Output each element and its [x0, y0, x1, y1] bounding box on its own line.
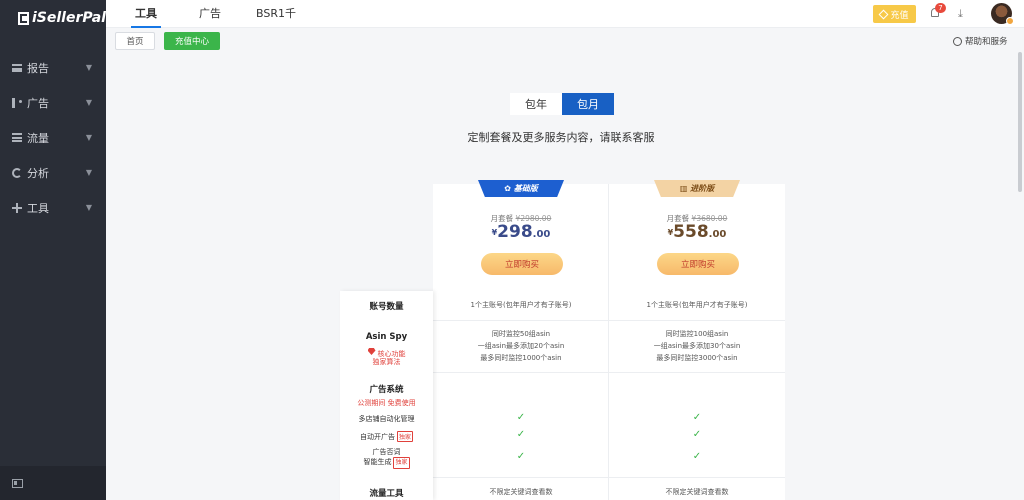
sidebar-nav: 报告 ▼ 广告 ▼ 流量 ▼ 分析 ▼ 工具 ▼	[0, 50, 106, 225]
chevron-down-icon: ▼	[85, 168, 92, 177]
price-decimal: .00	[532, 229, 551, 240]
plan-name: 基础版	[513, 184, 538, 193]
buy-basic-button[interactable]: 立即购买	[481, 253, 563, 275]
column-divider	[608, 291, 609, 500]
sidebar-item-label: 报告	[27, 61, 49, 75]
asin-spy-advanced-line-3: 最多同时监控3000个asin	[656, 354, 738, 362]
diamond-icon	[879, 9, 889, 19]
toggle-yearly[interactable]: 包年	[510, 93, 562, 115]
sidebar-item-ad[interactable]: 广告 ▼	[0, 85, 106, 120]
plan-name: 进阶版	[690, 184, 715, 193]
price-integer: 298	[497, 222, 533, 242]
plan-price: ¥298.00	[433, 222, 609, 242]
avatar-status-icon	[1006, 17, 1014, 25]
asin-spy-algo-note: 独家算法	[372, 358, 401, 366]
price-integer: 558	[673, 222, 709, 242]
exclusive-tag: 独家	[393, 457, 410, 469]
sidebar-footer	[0, 466, 106, 500]
plan-advanced: ▥ 进阶版 月套餐 ¥3680.00 ¥558.00 立即购买	[609, 180, 785, 292]
sidebar-item-traffic[interactable]: 流量 ▼	[0, 120, 106, 155]
traffic-basic: 不限定关键词查看数	[489, 488, 553, 496]
breadcrumb: 首页 充值中心 帮助和服务	[106, 29, 1024, 53]
billing-period-toggle: 包年 包月	[510, 93, 614, 115]
price-decimal: .00	[708, 229, 727, 240]
plan-ribbon: ▥ 进阶版	[654, 180, 740, 197]
asin-spy-label: Asin Spy	[365, 332, 408, 342]
help-service-link[interactable]: 帮助和服务	[953, 35, 1008, 47]
breadcrumb-home[interactable]: 首页	[115, 32, 155, 50]
sidebar-item-label: 流量	[27, 131, 49, 145]
ad-icon	[12, 97, 22, 108]
feature-table: 1个主账号(包年用户才有子账号) 1个主账号(包年用户才有子账号) 同时监控50…	[340, 291, 785, 500]
pricing-subtitle: 定制套餐及更多服务内容，请联系客服	[467, 131, 655, 144]
ad-system-label: 广告系统	[369, 385, 404, 395]
asin-spy-basic-line-2: 一组asin最多添加20个asin	[477, 342, 565, 350]
ad-system-note: 公测期间 免费使用	[357, 399, 416, 407]
feature-negative-keywords: 广告否词智能生成 独家	[340, 447, 433, 469]
feature-label-column: 账号数量 Asin Spy 核心功能 独家算法 广告系统 公测期间 免费使用 多…	[340, 291, 433, 500]
top-header: 工具 广告 BSR1千 充值 7 ⤓	[106, 0, 1024, 28]
tab-ads[interactable]: 广告	[199, 0, 221, 28]
chevron-down-icon: ▼	[85, 133, 92, 142]
buy-advanced-button[interactable]: 立即购买	[657, 253, 739, 275]
asin-spy-basic-line-1: 同时监控50组asin	[491, 330, 551, 338]
tools-icon	[12, 202, 22, 213]
exclusive-tag: 独家	[396, 431, 413, 442]
breadcrumb-recharge-center[interactable]: 充值中心	[164, 32, 220, 50]
account-label: 账号数量	[369, 302, 404, 312]
traffic-advanced: 不限定关键词查看数	[665, 488, 729, 496]
check-icon: ✓	[692, 412, 702, 423]
account-basic: 1个主账号(包年用户才有子账号)	[470, 301, 572, 309]
asin-spy-advanced-line-2: 一组asin最多添加30个asin	[653, 342, 741, 350]
sidebar: iSellerPal 报告 ▼ 广告 ▼ 流量 ▼ 分析 ▼ 工具 ▼	[0, 0, 106, 500]
notification-badge: 7	[935, 3, 946, 13]
tab-tools[interactable]: 工具	[131, 0, 161, 28]
plan-cards: ✿ 基础版 月套餐 ¥2980.00 ¥298.00 立即购买 ▥ 进阶版 月套…	[433, 180, 785, 292]
help-icon	[953, 36, 962, 46]
feature-auto-ad: 自动开广告 独家	[340, 431, 433, 442]
check-icon: ✓	[516, 429, 526, 440]
gem-icon	[367, 348, 376, 355]
check-icon: ✓	[692, 429, 702, 440]
plan-ribbon: ✿ 基础版	[478, 180, 564, 197]
asin-spy-advanced-line-1: 同时监控100组asin	[665, 330, 729, 338]
sidebar-item-label: 工具	[27, 201, 49, 215]
chevron-down-icon: ▼	[85, 98, 92, 107]
feature-multi-store: 多店铺自动化管理	[358, 415, 415, 423]
chevron-down-icon: ▼	[85, 63, 92, 72]
help-label: 帮助和服务	[965, 37, 1008, 47]
sidebar-item-label: 广告	[27, 96, 49, 110]
feature-auto-ad-label: 自动开广告	[359, 433, 395, 441]
chevron-down-icon: ▼	[85, 203, 92, 212]
plan-basic: ✿ 基础版 月套餐 ¥2980.00 ¥298.00 立即购买	[433, 180, 609, 292]
check-icon: ✓	[516, 451, 526, 462]
traffic-icon	[12, 133, 22, 142]
sidebar-item-tools[interactable]: 工具 ▼	[0, 190, 106, 225]
page-scrollbar[interactable]	[1018, 52, 1022, 192]
traffic-tools-label: 流量工具	[369, 489, 404, 499]
recharge-label: 充值	[890, 10, 909, 21]
check-icon: ✓	[516, 412, 526, 423]
sidebar-item-label: 分析	[27, 166, 49, 180]
check-icon: ✓	[692, 451, 702, 462]
collapse-sidebar-icon[interactable]	[12, 478, 23, 488]
feature-negative-label2: 智能生成	[363, 458, 392, 466]
account-advanced: 1个主账号(包年用户才有子账号)	[646, 301, 748, 309]
sidebar-item-report[interactable]: 报告 ▼	[0, 50, 106, 85]
app-logo[interactable]: iSellerPal	[0, 0, 106, 36]
recharge-button[interactable]: 充值	[873, 5, 916, 23]
report-icon	[12, 63, 22, 72]
feature-negative-label: 广告否词	[372, 448, 401, 456]
logo-text: iSellerPal	[32, 10, 106, 26]
chart-icon: ▥	[679, 184, 688, 193]
sidebar-item-analysis[interactable]: 分析 ▼	[0, 155, 106, 190]
toggle-monthly[interactable]: 包月	[562, 93, 614, 115]
analysis-icon	[12, 167, 22, 178]
download-icon[interactable]: ⤓	[958, 7, 963, 21]
tab-bsr[interactable]: BSR1千	[256, 0, 296, 28]
asin-spy-basic-line-3: 最多同时监控1000个asin	[480, 354, 562, 362]
plan-price: ¥558.00	[609, 222, 785, 242]
flower-icon: ✿	[504, 184, 511, 193]
logo-mark-icon	[18, 11, 29, 25]
